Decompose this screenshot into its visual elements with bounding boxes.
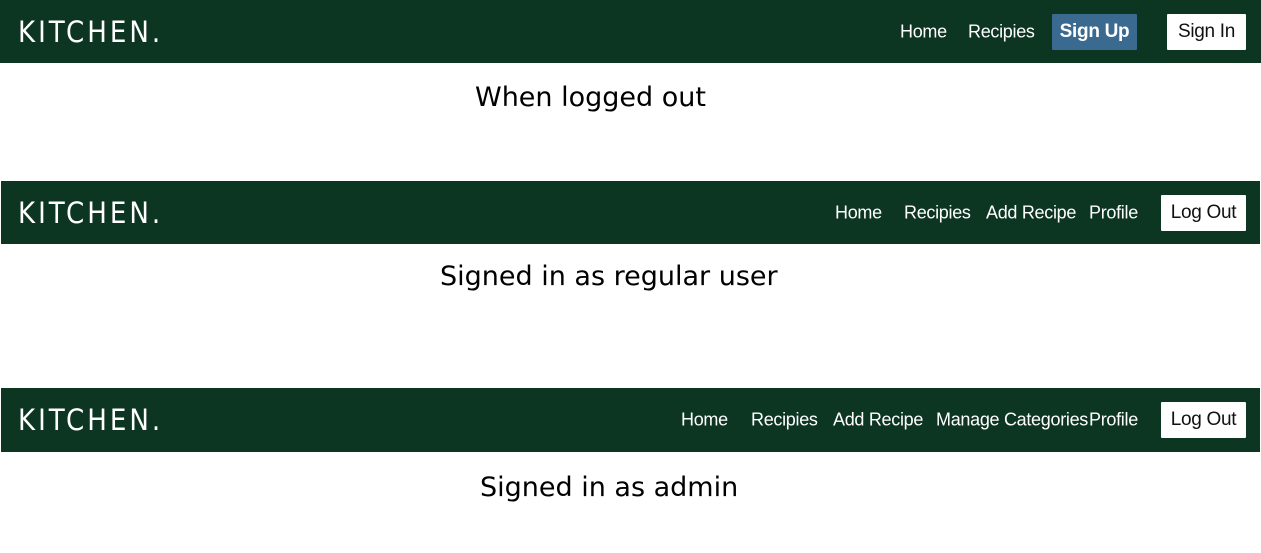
- nav-link-home[interactable]: Home: [900, 21, 947, 42]
- nav-link-recipes[interactable]: Recipies: [968, 21, 1035, 42]
- log-out-button[interactable]: Log Out: [1161, 194, 1246, 231]
- nav-link-add-recipe[interactable]: Add Recipe: [986, 202, 1076, 223]
- brand-logo[interactable]: KITCHEN.: [18, 15, 163, 49]
- nav-link-home[interactable]: Home: [835, 202, 882, 223]
- nav-link-add-recipe[interactable]: Add Recipe: [833, 410, 923, 431]
- caption-logged-out: When logged out: [475, 82, 706, 113]
- brand-logo[interactable]: KITCHEN.: [18, 196, 163, 230]
- nav-link-home[interactable]: Home: [681, 410, 728, 431]
- nav-link-profile[interactable]: Profile: [1089, 202, 1138, 223]
- brand-logo[interactable]: KITCHEN.: [18, 403, 163, 437]
- navbar-admin: KITCHEN. Home Recipies Add Recipe Manage…: [1, 388, 1260, 452]
- sign-up-button[interactable]: Sign Up: [1052, 13, 1137, 50]
- caption-regular-user: Signed in as regular user: [440, 261, 778, 292]
- nav-link-manage-categories[interactable]: Manage Categories: [936, 410, 1088, 431]
- nav-link-recipes[interactable]: Recipies: [751, 410, 818, 431]
- caption-admin: Signed in as admin: [480, 472, 739, 503]
- nav-link-profile[interactable]: Profile: [1089, 410, 1138, 431]
- navbar-regular-user: KITCHEN. Home Recipies Add Recipe Profil…: [1, 181, 1260, 244]
- log-out-button[interactable]: Log Out: [1161, 402, 1246, 438]
- nav-link-recipes[interactable]: Recipies: [904, 202, 971, 223]
- navbar-logged-out: KITCHEN. Home Recipies Sign Up Sign In: [0, 0, 1261, 63]
- sign-in-button[interactable]: Sign In: [1167, 13, 1246, 50]
